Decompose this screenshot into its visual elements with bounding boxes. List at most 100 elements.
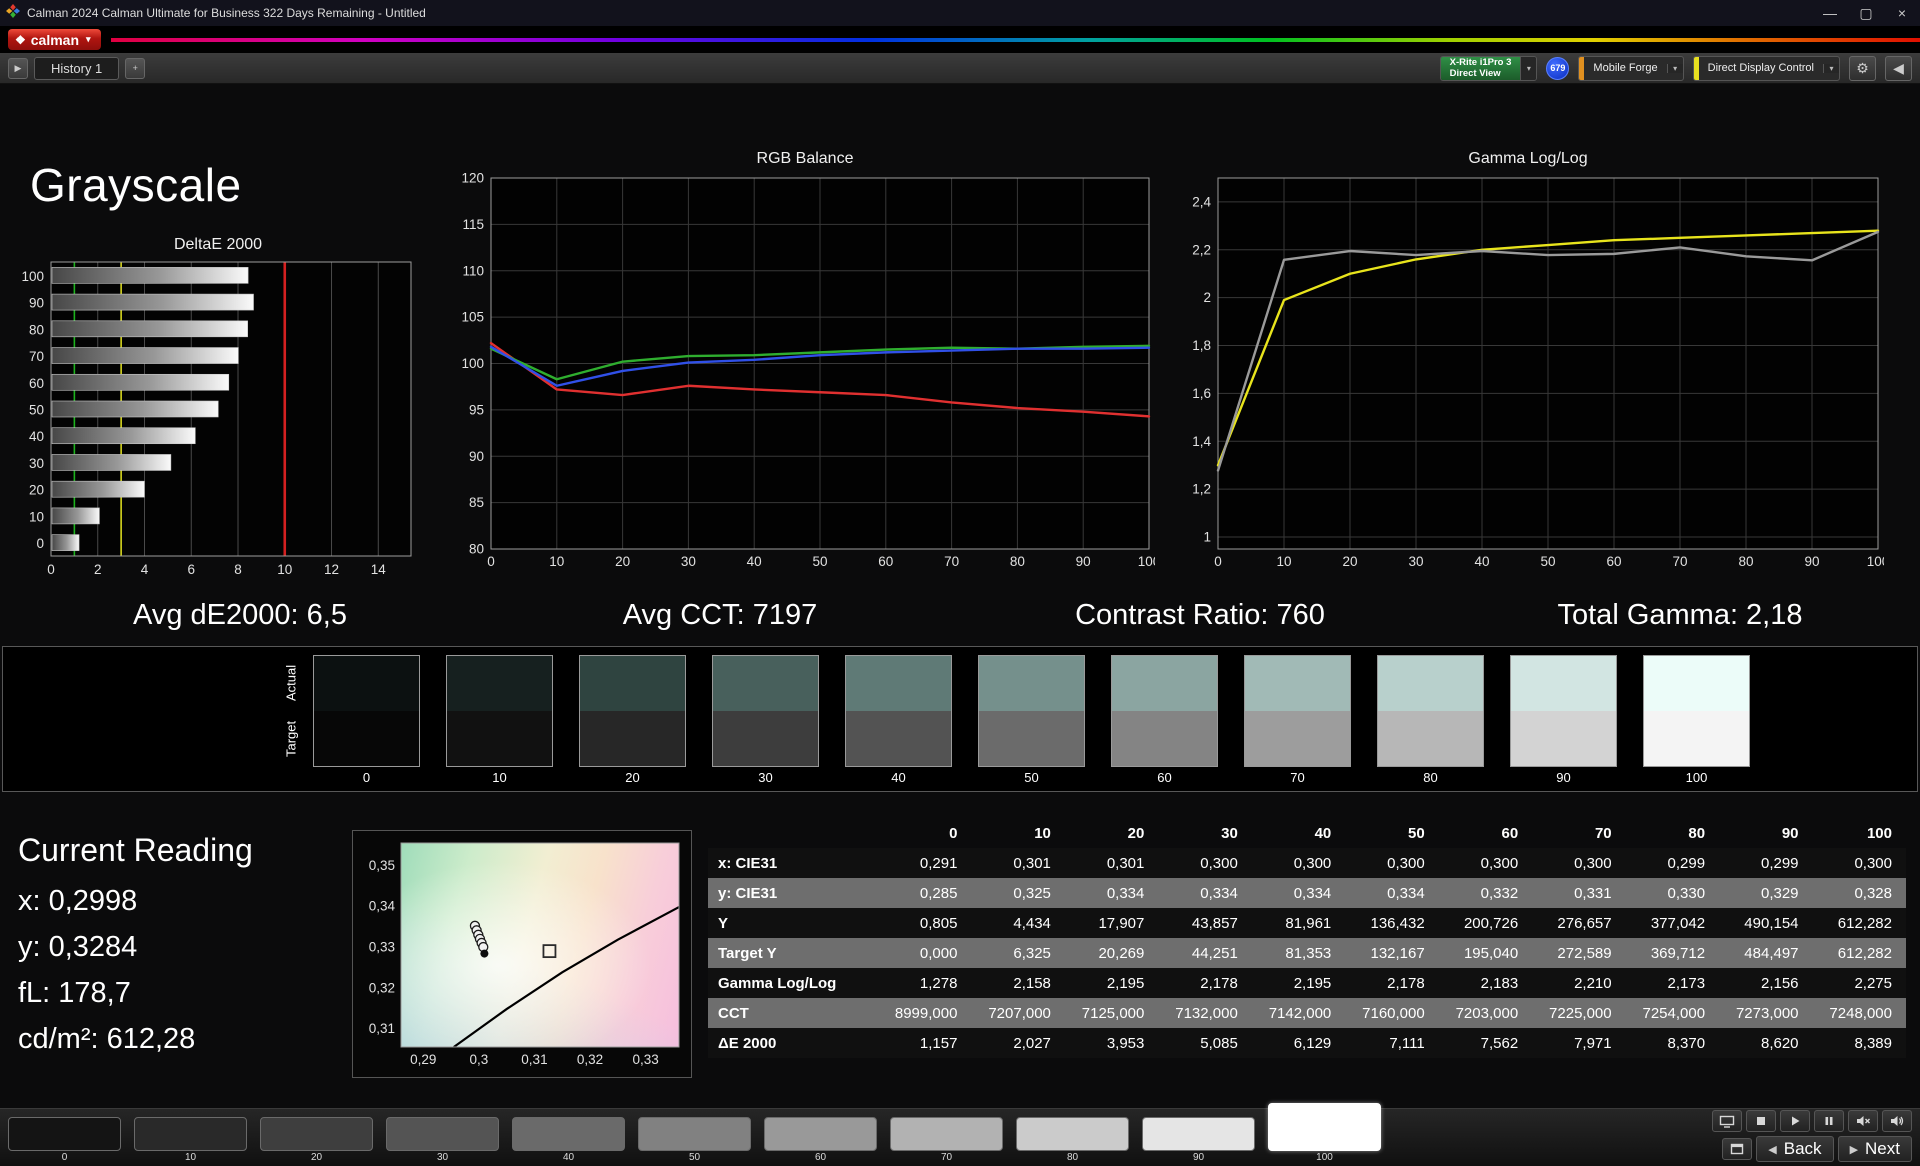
calman-logo-menu[interactable]: ❖ calman ▾ — [8, 29, 101, 50]
svg-text:8: 8 — [234, 562, 242, 577]
close-button[interactable]: × — [1884, 0, 1920, 26]
charts-row: Grayscale DeltaE 2000 0 2 4 6 8 10 12 14 100 90 80… — [0, 150, 1920, 591]
mute-button[interactable] — [1848, 1110, 1878, 1132]
grayscale-swatch: 30 — [712, 655, 819, 785]
cell-value: 0,285 — [919, 884, 958, 902]
next-button[interactable]: ▶ Next — [1837, 1136, 1912, 1162]
maximize-button[interactable]: ▢ — [1848, 0, 1884, 26]
cell-value: 7125,000 — [1081, 1004, 1145, 1022]
pattern-level-swatch[interactable] — [764, 1117, 877, 1151]
volume-button[interactable] — [1882, 1110, 1912, 1132]
minimize-button[interactable]: — — [1812, 0, 1848, 26]
pattern-level-swatch[interactable] — [1016, 1117, 1129, 1151]
svg-text:90: 90 — [29, 296, 44, 311]
pattern-level-button[interactable]: 70 — [890, 1117, 1003, 1164]
pattern-level-label: 30 — [436, 1152, 449, 1163]
settings-gear-button[interactable]: ⚙ — [1849, 55, 1876, 81]
pattern-level-selected[interactable] — [1268, 1103, 1381, 1151]
svg-text:80: 80 — [1010, 554, 1025, 569]
meter-status-badge[interactable]: 679 — [1546, 56, 1570, 80]
history-expand-button[interactable]: ▶ — [8, 57, 28, 79]
column-header: 90 — [1781, 824, 1799, 842]
swatch-target-color — [846, 711, 951, 766]
pattern-level-button[interactable]: 80 — [1016, 1117, 1129, 1164]
svg-text:0,33: 0,33 — [369, 940, 395, 955]
cell-value: 0,300 — [1200, 854, 1238, 872]
swatch-color-pair — [1111, 655, 1218, 767]
pattern-level-swatch[interactable] — [260, 1117, 373, 1151]
display-control-dropdown[interactable]: Direct Display Control ▾ — [1692, 55, 1840, 81]
pattern-level-swatch[interactable] — [890, 1117, 1003, 1151]
pattern-level-swatch[interactable] — [512, 1117, 625, 1151]
svg-text:100: 100 — [21, 269, 44, 284]
pattern-level-button[interactable]: 20 — [260, 1117, 373, 1164]
swatch-color-pair — [845, 655, 952, 767]
pattern-level-swatch[interactable] — [638, 1117, 751, 1151]
svg-text:2: 2 — [1203, 290, 1211, 305]
pattern-level-button[interactable]: 100 — [1268, 1103, 1381, 1164]
panel-toggle-button[interactable]: ◀ — [1885, 55, 1912, 81]
back-label: Back — [1783, 1139, 1822, 1158]
svg-text:20: 20 — [1342, 554, 1357, 569]
speaker-icon — [1890, 1116, 1903, 1126]
swatch-target-color — [979, 711, 1084, 766]
gamma-chart-title: Gamma Log/Log — [1468, 150, 1588, 167]
play-button[interactable] — [1780, 1110, 1810, 1132]
swatch-color-pair — [579, 655, 686, 767]
rgb-balance-chart: 80 85 90 95 100 105 110 115 120 0 10 20 30 40 50 60 70 80… — [455, 170, 1160, 585]
row-label: x: CIE31 — [718, 854, 778, 872]
svg-text:60: 60 — [878, 554, 893, 569]
stat-avg-de2000: Avg dE2000: 6,5 — [133, 599, 347, 631]
pattern-level-swatch[interactable] — [134, 1117, 247, 1151]
pattern-source-dropdown[interactable]: Mobile Forge ▾ — [1578, 55, 1684, 81]
svg-text:0,29: 0,29 — [410, 1052, 436, 1067]
pattern-level-button[interactable]: 50 — [638, 1117, 751, 1164]
table-header-row: 0 10 20 30 40 50 60 70 80 90 100 — [708, 818, 1906, 848]
swatch-actual-color — [447, 656, 552, 711]
swatch-color-pair — [712, 655, 819, 767]
pattern-level-label: 60 — [814, 1152, 827, 1163]
tab-history-1[interactable]: History 1 — [34, 56, 120, 80]
pattern-level-button[interactable]: 40 — [512, 1117, 625, 1164]
cell-value: 7,111 — [1389, 1034, 1425, 1052]
svg-text:0,31: 0,31 — [369, 1021, 395, 1036]
meter-dropdown[interactable]: X-Rite i1Pro 3 Direct View ▾ — [1439, 55, 1538, 81]
cell-value: 1,278 — [919, 974, 958, 992]
pattern-window-button[interactable] — [1722, 1138, 1753, 1160]
stat-avg-cct: Avg CCT: 7197 — [622, 599, 818, 631]
cell-value: 0,299 — [1760, 854, 1799, 872]
pattern-level-label: 80 — [1066, 1152, 1079, 1163]
pattern-level-button[interactable]: 90 — [1142, 1117, 1255, 1164]
svg-text:120: 120 — [461, 171, 484, 186]
pattern-level-button[interactable]: 60 — [764, 1117, 877, 1164]
swatch-target-color — [314, 711, 419, 766]
swatch-actual-color — [713, 656, 818, 711]
svg-text:80: 80 — [469, 542, 484, 557]
swatch-actual-color — [580, 656, 685, 711]
svg-text:20: 20 — [615, 554, 630, 569]
table-row: Gamma Log/Log 1,278 2,158 2,195 2,178 2,195 2,… — [708, 968, 1906, 998]
pattern-level-swatch[interactable] — [386, 1117, 499, 1151]
pattern-level-button[interactable]: 10 — [134, 1117, 247, 1164]
add-tab-button[interactable]: + — [125, 57, 146, 79]
svg-text:0,32: 0,32 — [369, 980, 395, 995]
column-header: 70 — [1594, 824, 1612, 842]
cell-value: 5,085 — [1200, 1034, 1238, 1052]
cell-value: 7248,000 — [1829, 1004, 1892, 1022]
back-button[interactable]: ◀ Back — [1756, 1136, 1834, 1162]
pattern-level-swatch[interactable] — [1142, 1117, 1255, 1151]
pause-button[interactable] — [1814, 1110, 1844, 1132]
svg-text:50: 50 — [29, 403, 44, 418]
pattern-level-swatch[interactable] — [8, 1117, 121, 1151]
svg-text:6: 6 — [188, 562, 196, 577]
pattern-level-button[interactable]: 30 — [386, 1117, 499, 1164]
svg-text:20: 20 — [29, 483, 44, 498]
display-pattern-button[interactable] — [1712, 1110, 1742, 1132]
column-header: 0 — [949, 824, 958, 842]
stop-button[interactable] — [1746, 1110, 1776, 1132]
transport-icon-row — [1712, 1110, 1912, 1132]
grayscale-swatch: 70 — [1244, 655, 1351, 785]
pattern-level-button[interactable]: 0 — [8, 1117, 121, 1164]
cell-value: 2,156 — [1760, 974, 1799, 992]
svg-text:0: 0 — [1214, 554, 1222, 569]
